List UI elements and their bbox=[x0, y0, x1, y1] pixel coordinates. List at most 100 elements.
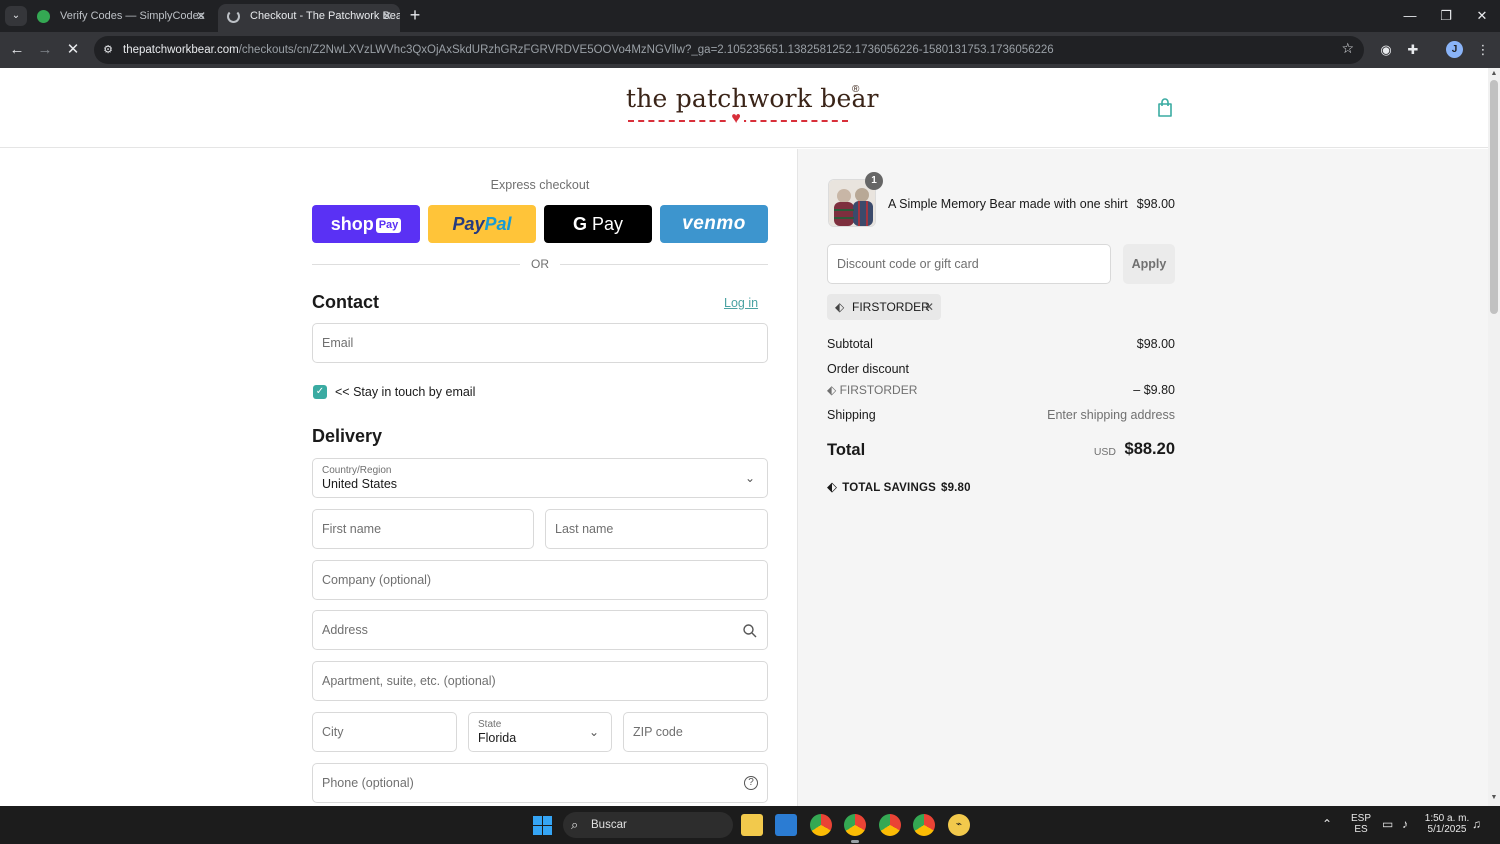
back-arrow-icon[interactable]: ← bbox=[5, 38, 29, 62]
site-settings-icon[interactable]: ⚙ bbox=[100, 42, 116, 58]
total-currency: USD bbox=[1093, 446, 1116, 458]
logo-text: the patchwork bear bbox=[626, 84, 879, 113]
subtotal-value: $98.00 bbox=[1136, 337, 1175, 351]
browser-toolbar: ← → ✕ ⚙ thepatchworkbear.com/checkouts/c… bbox=[0, 32, 1500, 68]
minimize-icon[interactable]: — bbox=[1392, 0, 1428, 32]
discount-code-input[interactable]: Discount code or gift card bbox=[827, 244, 1111, 284]
address-field[interactable]: Address bbox=[312, 610, 768, 650]
scroll-down-arrow-icon[interactable]: ▼ bbox=[1488, 794, 1500, 801]
city-field[interactable]: City bbox=[312, 712, 457, 752]
stop-loading-icon[interactable]: ✕ bbox=[61, 38, 85, 62]
total-label: Total bbox=[827, 441, 866, 459]
restore-icon[interactable]: ❐ bbox=[1428, 0, 1464, 32]
newsletter-checkbox[interactable]: ✓ bbox=[313, 385, 327, 399]
apartment-field[interactable]: Apartment, suite, etc. (optional) bbox=[312, 661, 768, 701]
country-select[interactable]: Country/Region United States ⌄ bbox=[312, 458, 768, 498]
tag-icon: ⬖ bbox=[827, 479, 838, 494]
tab-search-menu-button[interactable]: ⌄ bbox=[5, 6, 27, 26]
tag-icon: ⬖ bbox=[827, 383, 837, 397]
search-icon bbox=[743, 624, 757, 638]
paypal-button[interactable]: PayPal bbox=[428, 205, 536, 243]
simplycodes-favicon-icon bbox=[37, 10, 50, 23]
tag-icon: ⬖ bbox=[835, 300, 845, 314]
network-icon[interactable]: ▭ bbox=[1382, 817, 1393, 831]
discount-code-line: ⬖ FIRSTORDER bbox=[827, 383, 918, 397]
discount-value: – $9.80 bbox=[1133, 383, 1175, 397]
help-circle-icon[interactable]: ? bbox=[744, 776, 758, 790]
clock[interactable]: 1:50 a. m. 5/1/2025 bbox=[1424, 813, 1470, 835]
registered-mark: ® bbox=[852, 84, 860, 95]
subtotal-label: Subtotal bbox=[827, 337, 873, 351]
delivery-heading: Delivery bbox=[312, 426, 383, 446]
first-name-field[interactable]: First name bbox=[312, 509, 534, 549]
new-tab-button[interactable]: + bbox=[404, 4, 426, 28]
email-field[interactable]: Email bbox=[312, 323, 768, 363]
chevron-down-icon: ⌄ bbox=[588, 725, 600, 739]
loading-favicon-icon bbox=[227, 10, 240, 23]
venmo-button[interactable]: venmo bbox=[660, 205, 768, 243]
windows-taskbar: ⌕ Buscar ⌁ ⌃ ESP ES ▭ ♪ 1:50 a. m. 5/1/2… bbox=[0, 806, 1500, 844]
or-divider: OR bbox=[312, 256, 768, 272]
close-tab-icon[interactable]: ✕ bbox=[382, 4, 392, 28]
store-icon[interactable] bbox=[775, 814, 797, 836]
total-savings: ⬖ TOTAL SAVINGS $9.80 bbox=[827, 479, 971, 494]
close-tab-icon[interactable]: ✕ bbox=[196, 4, 206, 28]
order-summary: 1 A Simple Memory Bear made with one shi… bbox=[798, 149, 1488, 806]
file-explorer-icon[interactable] bbox=[741, 814, 763, 836]
chevron-up-icon[interactable]: ⌃ bbox=[1322, 817, 1332, 831]
scrollbar-thumb[interactable] bbox=[1490, 80, 1498, 314]
express-checkout-title: Express checkout bbox=[490, 178, 590, 192]
chrome-profile-icon[interactable] bbox=[879, 814, 901, 836]
profile-avatar[interactable]: J bbox=[1446, 41, 1463, 58]
shipping-label: Shipping bbox=[827, 408, 876, 422]
zip-code-field[interactable]: ZIP code bbox=[623, 712, 768, 752]
app-icon[interactable]: ⌁ bbox=[948, 814, 970, 836]
company-field[interactable]: Company (optional) bbox=[312, 560, 768, 600]
browser-tabstrip: ⌄ Verify Codes — SimplyCodes ✕ Checkout … bbox=[0, 0, 1500, 32]
tab-checkout[interactable]: Checkout - The Patchwork Bear ✕ bbox=[218, 4, 400, 32]
scroll-up-arrow-icon[interactable]: ▲ bbox=[1488, 70, 1500, 77]
store-logo[interactable]: the patchwork bear ® ♥ bbox=[626, 84, 879, 130]
heart-icon: ♥ bbox=[728, 111, 744, 127]
volume-icon[interactable]: ♪ bbox=[1402, 817, 1408, 831]
tab-verify-codes[interactable]: Verify Codes — SimplyCodes ✕ bbox=[28, 4, 214, 32]
order-discount-label: Order discount bbox=[827, 362, 909, 376]
page-scrollbar[interactable]: ▲ ▼ bbox=[1488, 68, 1500, 806]
apply-discount-button[interactable]: Apply bbox=[1123, 244, 1175, 284]
quantity-badge: 1 bbox=[865, 172, 883, 190]
forward-arrow-icon[interactable]: → bbox=[33, 38, 57, 62]
windows-start-icon[interactable] bbox=[533, 816, 552, 835]
login-link[interactable]: Log in bbox=[724, 296, 758, 310]
tab-title: Verify Codes — SimplyCodes bbox=[60, 10, 205, 22]
notification-bell-icon[interactable]: ♫ bbox=[1472, 817, 1481, 831]
product-name: A Simple Memory Bear made with one shirt bbox=[888, 197, 1128, 211]
total-value: $88.20 bbox=[1124, 440, 1175, 458]
last-name-field[interactable]: Last name bbox=[545, 509, 768, 549]
extensions-puzzle-icon[interactable]: ✚ bbox=[1403, 40, 1423, 60]
product-price: $98.00 bbox=[1136, 197, 1175, 211]
checkout-form: Express checkout shop Pay PayPal G Pay ve… bbox=[0, 149, 798, 806]
shop-pay-button[interactable]: shop Pay bbox=[312, 205, 420, 243]
bookmark-star-icon[interactable]: ☆ bbox=[1341, 40, 1354, 57]
state-select[interactable]: State Florida ⌄ bbox=[468, 712, 612, 752]
url-text[interactable]: thepatchworkbear.com/checkouts/cn/Z2NwLX… bbox=[123, 36, 1054, 64]
checkout-page: the patchwork bear ® ♥ Express checkout … bbox=[0, 68, 1488, 806]
chrome-icon[interactable] bbox=[810, 814, 832, 836]
chevron-down-icon: ⌄ bbox=[744, 471, 756, 485]
applied-discount-chip: ⬖ FIRSTORDER ✕ bbox=[827, 294, 941, 320]
language-indicator[interactable]: ESP ES bbox=[1350, 813, 1372, 835]
phone-field[interactable]: Phone (optional) ? bbox=[312, 763, 768, 803]
google-pay-button[interactable]: G Pay bbox=[544, 205, 652, 243]
vpn-extension-icon[interactable]: ◉ bbox=[1376, 40, 1396, 60]
taskbar-search[interactable]: ⌕ Buscar bbox=[563, 812, 733, 838]
store-header: the patchwork bear ® ♥ bbox=[0, 68, 1488, 148]
address-bar[interactable]: ⚙ thepatchworkbear.com/checkouts/cn/Z2Nw… bbox=[94, 36, 1364, 64]
chrome-profile-icon[interactable] bbox=[913, 814, 935, 836]
chrome-active-icon[interactable] bbox=[844, 814, 866, 843]
browser-menu-icon[interactable]: ⋮ bbox=[1473, 40, 1493, 60]
search-icon: ⌕ bbox=[571, 817, 579, 832]
close-window-icon[interactable]: ✕ bbox=[1464, 0, 1500, 32]
remove-discount-icon[interactable]: ✕ bbox=[924, 294, 934, 320]
shopping-bag-icon[interactable] bbox=[1156, 98, 1174, 118]
newsletter-label: << Stay in touch by email bbox=[335, 385, 476, 399]
